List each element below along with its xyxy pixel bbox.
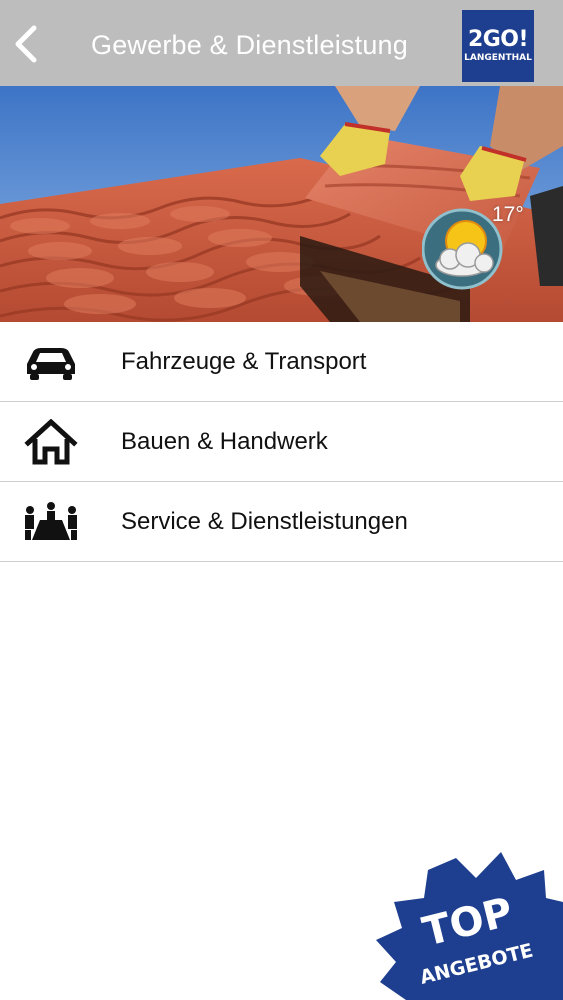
list-item-service[interactable]: Service & Dienstleistungen [0,482,563,562]
weather-temperature: 17° [492,203,524,226]
logo-main-text: 2GO! [467,26,529,52]
page-title: Gewerbe & Dienstleistung [91,30,408,60]
top-angebote-button[interactable]: TOP ANGEBOTE [376,850,563,1000]
list-item-label: Service & Dienstleistungen [121,508,408,535]
meeting-table-icon [22,500,80,544]
app-logo[interactable]: 2GO! LANGENTHAL [462,10,534,82]
list-item-label: Fahrzeuge & Transport [121,348,367,375]
app-header: Gewerbe & Dienstleistung 2GO! LANGENTHAL [0,0,563,86]
category-list: Fahrzeuge & Transport Bauen & Handwerk S… [0,322,563,562]
list-item-label: Bauen & Handwerk [121,428,328,455]
logo-sub-text: LANGENTHAL [464,52,532,63]
list-item-fahrzeuge[interactable]: Fahrzeuge & Transport [0,322,563,402]
list-item-bauen[interactable]: Bauen & Handwerk [0,402,563,482]
car-icon [22,340,80,384]
chevron-left-icon [15,25,37,63]
back-button[interactable] [6,20,46,68]
weather-widget[interactable]: 17° [422,203,524,291]
house-icon [22,419,80,465]
